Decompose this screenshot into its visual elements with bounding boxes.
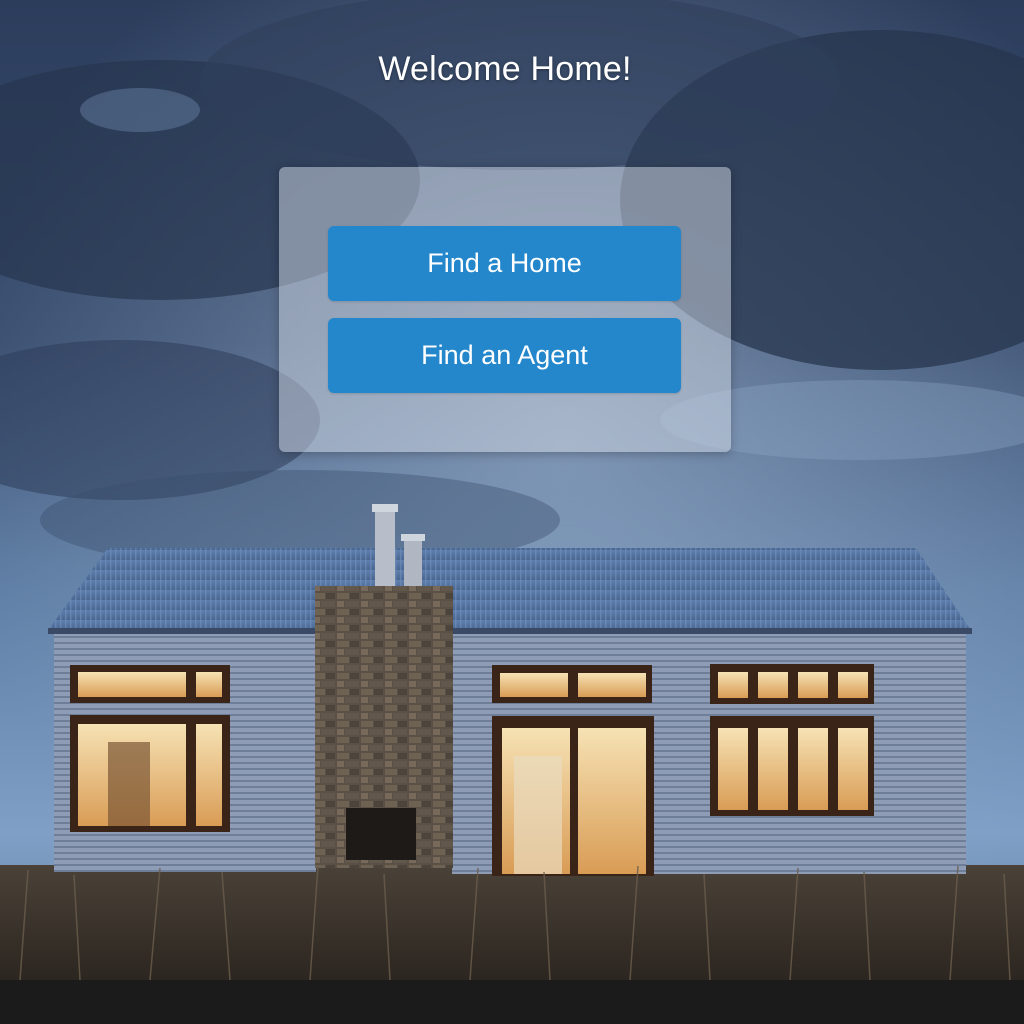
action-panel: Find a Home Find an Agent xyxy=(279,167,731,452)
find-agent-button[interactable]: Find an Agent xyxy=(328,318,681,393)
background-photo xyxy=(0,0,1024,980)
footer-bar xyxy=(0,980,1024,1024)
page-title: Welcome Home! xyxy=(378,50,632,88)
find-home-button[interactable]: Find a Home xyxy=(328,226,681,301)
